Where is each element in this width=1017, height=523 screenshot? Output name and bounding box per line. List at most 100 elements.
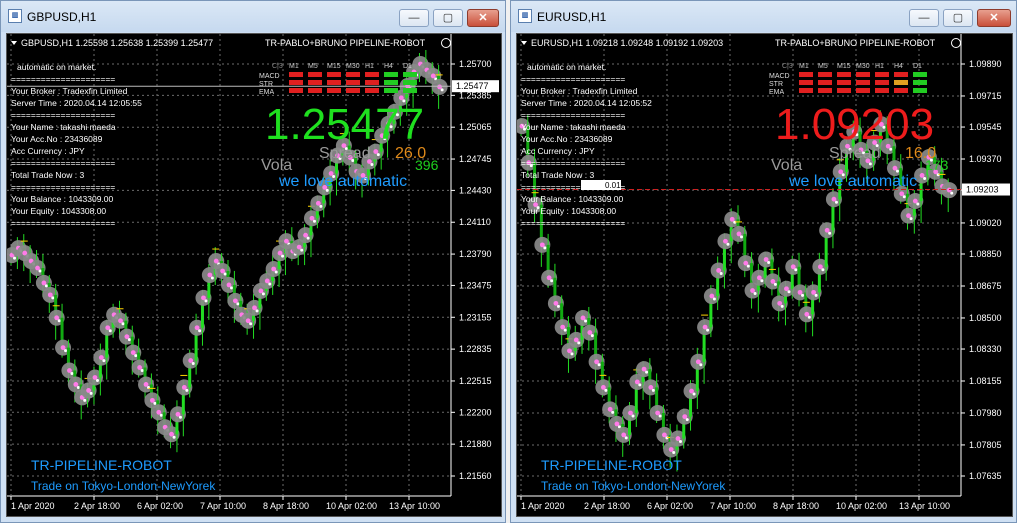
account-info-line: ===================== xyxy=(11,182,115,192)
signal-dot xyxy=(675,436,681,441)
signal-dot xyxy=(577,341,581,345)
signal-dot xyxy=(821,268,825,272)
account-info-line: Server Time : 2020.04.14 12:05:52 xyxy=(521,98,652,108)
signal-dot xyxy=(130,350,136,355)
signal-cell xyxy=(289,80,303,85)
signal-dot xyxy=(89,391,93,395)
x-axis-label: 13 Apr 10:00 xyxy=(389,501,440,511)
account-info-line: Server Time : 2020.04.14 12:05:55 xyxy=(11,98,142,108)
collapse-triangle-icon[interactable] xyxy=(11,41,17,45)
signal-dot xyxy=(723,238,728,244)
signal-dot xyxy=(553,300,559,306)
chart-window-eurusd[interactable]: ▥ EURUSD,H1 — ▢ ✕ 1.09890 1.09715 1.09545 1… xyxy=(510,0,1017,523)
y-axis-label: 1.24745 xyxy=(459,154,492,164)
y-axis-label: 1.24430 xyxy=(459,185,492,195)
window-titlebar[interactable]: ▥ EURUSD,H1 — ▢ ✕ xyxy=(511,1,1016,32)
signal-dot xyxy=(567,348,572,354)
x-axis-label: 10 Apr 02:00 xyxy=(326,501,377,511)
chart-canvas[interactable]: 1.098901.097151.095451.093701.092001.090… xyxy=(517,34,1012,517)
signal-dot xyxy=(376,153,380,157)
signal-dot xyxy=(584,319,588,323)
x-axis-label: 10 Apr 02:00 xyxy=(836,501,887,511)
signal-dot xyxy=(611,410,615,414)
account-info-line: Your Broker : Tradexfin Limited xyxy=(11,86,128,96)
signal-dot xyxy=(226,282,232,288)
signal-dot xyxy=(249,322,253,326)
y-axis-label: 1.08500 xyxy=(969,313,1002,323)
close-button[interactable]: ✕ xyxy=(467,9,499,27)
maximize-button[interactable]: ▢ xyxy=(943,9,973,27)
x-axis-label: 1 Apr 2020 xyxy=(11,501,55,511)
signal-dot xyxy=(309,215,315,221)
signal-cell xyxy=(384,88,398,93)
signal-dot xyxy=(946,187,952,193)
account-info-line: ===================== xyxy=(521,74,625,84)
account-info-line: Your Balance : 1043309.00 xyxy=(11,194,114,204)
signal-dot xyxy=(899,191,905,197)
signal-cell xyxy=(346,88,360,93)
chart-window-gbpusd[interactable]: ▥ GBPUSD,H1 — ▢ ✕ 1.25700 1.25385 1.25065 1… xyxy=(0,0,506,523)
indicator-label: STR xyxy=(259,81,273,88)
window-title: GBPUSD,H1 xyxy=(27,10,97,24)
signal-dot xyxy=(76,385,80,389)
x-axis-label: 7 Apr 10:00 xyxy=(710,501,756,511)
signal-dot xyxy=(641,366,647,372)
collapse-triangle-icon[interactable] xyxy=(521,41,527,45)
y-axis-label: 1.23155 xyxy=(459,312,492,322)
indicator-label: MACD xyxy=(769,73,790,80)
minimize-button[interactable]: — xyxy=(909,9,939,27)
signal-dot xyxy=(621,432,627,438)
vola-label: Vola xyxy=(771,157,802,174)
signal-dot xyxy=(268,282,272,286)
timeframe-label: M1 xyxy=(289,63,299,70)
signal-dot xyxy=(746,264,750,268)
vola-label: Vola xyxy=(261,157,292,174)
signal-dot xyxy=(137,365,143,370)
signal-dot xyxy=(892,165,898,171)
signal-cell xyxy=(308,72,322,77)
account-info-line: ===================== xyxy=(11,110,115,120)
signal-dot xyxy=(784,286,789,292)
signal-dot xyxy=(655,410,661,416)
signal-dot xyxy=(230,286,233,290)
y-axis-label: 1.25700 xyxy=(459,59,492,69)
signal-dot xyxy=(716,268,722,273)
chart-window-icon: ▥ xyxy=(8,9,22,23)
indicator-label: EMA xyxy=(259,89,275,96)
chart-canvas[interactable]: 1.257001.253851.250651.247451.244301.241… xyxy=(7,34,501,517)
signal-cell xyxy=(799,80,813,85)
signal-dot xyxy=(560,324,566,330)
signal-dot xyxy=(702,324,708,330)
current-price-tag-label: 1.25477 xyxy=(456,81,489,91)
account-info-line: ===================== xyxy=(11,74,115,84)
signal-dot xyxy=(804,311,810,317)
panel-corner-label: C|3 xyxy=(272,63,283,70)
close-button[interactable]: ✕ xyxy=(977,9,1011,27)
signal-dot xyxy=(220,268,226,274)
signal-dot xyxy=(814,293,818,297)
signal-dot xyxy=(51,296,55,300)
timeframe-label: H1 xyxy=(875,63,884,70)
x-axis-label: 2 Apr 18:00 xyxy=(74,501,120,511)
signal-dot xyxy=(834,200,838,204)
signal-dot xyxy=(181,385,187,390)
y-axis-label: 1.21560 xyxy=(459,471,492,481)
smiley-icon xyxy=(441,38,451,48)
maximize-button[interactable]: ▢ xyxy=(433,9,463,27)
symbol-quote-line: GBPUSD,H1 1.25598 1.25638 1.25399 1.2547… xyxy=(21,38,213,48)
price-chart[interactable]: 1.098901.097151.095451.093701.092001.090… xyxy=(516,33,1013,517)
account-info-line: Your Name : takashi maeda xyxy=(521,122,626,132)
y-axis-label: 1.08330 xyxy=(969,344,1002,354)
signal-dot xyxy=(658,414,662,418)
signal-cell xyxy=(403,72,417,77)
signal-dot xyxy=(303,232,308,238)
price-chart[interactable]: 1.25700 1.25385 1.25065 1.24745 1.24430 1.241… xyxy=(6,33,502,517)
window-titlebar[interactable]: ▥ GBPUSD,H1 — ▢ ✕ xyxy=(1,1,505,32)
signal-dot xyxy=(252,305,257,311)
y-axis-label: 1.24110 xyxy=(459,217,491,227)
signal-dot xyxy=(706,328,710,332)
minimize-button[interactable]: — xyxy=(399,9,429,27)
signal-dot xyxy=(685,418,689,422)
signal-dot xyxy=(909,217,913,221)
signal-dot xyxy=(790,264,796,270)
